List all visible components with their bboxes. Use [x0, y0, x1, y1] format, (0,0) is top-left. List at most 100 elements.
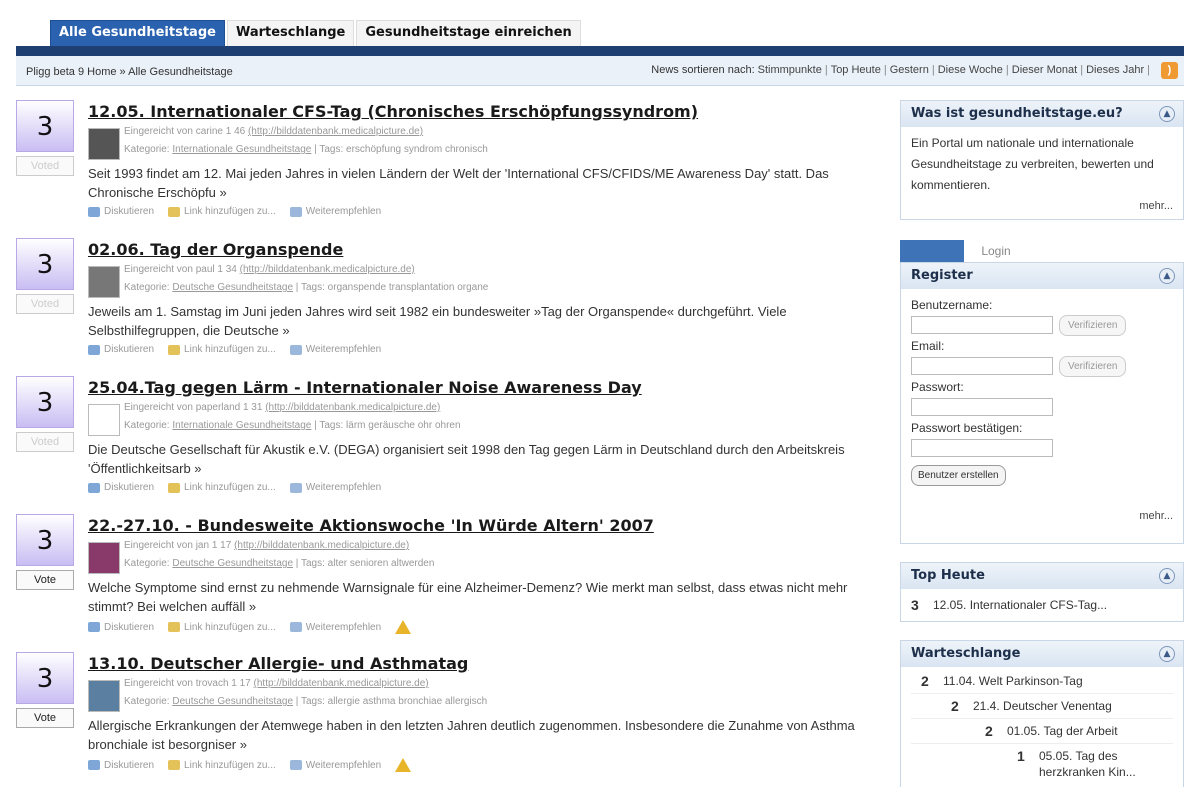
- tab-login[interactable]: Login: [964, 240, 1028, 262]
- story-title[interactable]: 25.04.Tag gegen Lärm - Internationaler N…: [88, 378, 642, 397]
- queue-item[interactable]: 2 01.05. Tag der Arbeit: [911, 719, 1173, 744]
- story-category: Kategorie: Internationale Gesundheitstag…: [124, 144, 488, 155]
- password-field[interactable]: [911, 398, 1053, 416]
- story-title[interactable]: 22.-27.10. - Bundesweite Aktionswoche 'I…: [88, 516, 654, 535]
- vote-button[interactable]: Vote: [16, 570, 74, 590]
- collapse-icon[interactable]: ▲: [1159, 268, 1175, 284]
- story-url[interactable]: (http://bilddatenbank.medicalpicture.de): [254, 678, 429, 689]
- login-tabs: Login: [900, 240, 1028, 262]
- warning-icon[interactable]: [395, 620, 412, 634]
- avatar[interactable]: [88, 266, 120, 298]
- folder-icon: [168, 622, 181, 632]
- main-tabs: Alle Gesundheitstage Warteschlange Gesun…: [50, 20, 583, 46]
- breadcrumb-bar: Pligg beta 9 Home » Alle Gesundheitstage…: [16, 56, 1184, 86]
- story-item: 3 Voted 12.05. Internationaler CFS-Tag (Ch…: [16, 100, 886, 230]
- story-description: Die Deutsche Gesellschaft für Akustik e.…: [88, 442, 845, 476]
- discuss-link[interactable]: Diskutieren: [88, 760, 154, 771]
- story-title[interactable]: 13.10. Deutscher Allergie- und Asthmatag: [88, 654, 468, 673]
- sort-dieser-monat[interactable]: Dieser Monat: [1012, 64, 1077, 76]
- story-description: Jeweils am 1. Samstag im Juni jeden Jahr…: [88, 304, 787, 338]
- category-link[interactable]: Internationale Gesundheitstage: [172, 144, 311, 155]
- category-link[interactable]: Deutsche Gesundheitstage: [172, 282, 293, 293]
- queue-item[interactable]: 1 05.05. Tag des herzkranken Kin...: [911, 744, 1173, 784]
- story-description: Seit 1993 findet am 12. Mai jeden Jahres…: [88, 166, 829, 200]
- story-submitted: Eingereicht von carine 1 46 (http://bild…: [124, 126, 424, 137]
- collapse-icon[interactable]: ▲: [1159, 106, 1175, 122]
- tab-einreichen[interactable]: Gesundheitstage einreichen: [356, 20, 581, 46]
- discuss-link[interactable]: Diskutieren: [88, 622, 154, 633]
- story-title[interactable]: 12.05. Internationaler CFS-Tag (Chronisc…: [88, 102, 698, 121]
- add-link-link[interactable]: Link hinzufügen zu...: [168, 482, 276, 493]
- collapse-icon[interactable]: ▲: [1159, 568, 1175, 584]
- add-link-link[interactable]: Link hinzufügen zu...: [168, 344, 276, 355]
- queue-item[interactable]: 2 21.4. Deutscher Venentag: [911, 694, 1173, 719]
- verify-email-button[interactable]: Verifizieren: [1059, 355, 1127, 377]
- vote-button[interactable]: Voted: [16, 156, 74, 176]
- sort-top-heute[interactable]: Top Heute: [831, 64, 881, 76]
- avatar[interactable]: [88, 404, 120, 436]
- register-more-link[interactable]: mehr...: [911, 508, 1173, 525]
- about-more-link[interactable]: mehr...: [911, 196, 1173, 217]
- story-url[interactable]: (http://bilddatenbank.medicalpicture.de): [234, 540, 409, 551]
- sort-bar: News sortieren nach: Stimmpunkte | Top He…: [651, 64, 1150, 76]
- username-field[interactable]: [911, 316, 1053, 334]
- vote-button[interactable]: Voted: [16, 432, 74, 452]
- discuss-link[interactable]: Diskutieren: [88, 344, 154, 355]
- story-title[interactable]: 02.06. Tag der Organspende: [88, 240, 343, 259]
- mail-icon: [289, 760, 302, 770]
- discuss-link[interactable]: Diskutieren: [88, 482, 154, 493]
- avatar[interactable]: [88, 128, 120, 160]
- tab-alle-gesundheitstage[interactable]: Alle Gesundheitstage: [50, 20, 225, 46]
- rss-icon[interactable]: ): [1161, 62, 1178, 79]
- add-link-link[interactable]: Link hinzufügen zu...: [168, 622, 276, 633]
- sort-dieses-jahr[interactable]: Dieses Jahr: [1086, 64, 1144, 76]
- vote-button[interactable]: Voted: [16, 294, 74, 314]
- folder-icon: [168, 206, 181, 217]
- avatar[interactable]: [88, 542, 120, 574]
- queue-item[interactable]: 2 11.04. Welt Parkinson-Tag: [911, 669, 1173, 694]
- avatar[interactable]: [88, 680, 120, 712]
- email-label: Email:: [911, 339, 945, 353]
- story-submitted: Eingereicht von paperland 1 31 (http://b…: [124, 402, 441, 413]
- comment-icon: [88, 206, 100, 217]
- story-actions: Diskutieren Link hinzufügen zu... Weiterem…: [88, 758, 412, 772]
- add-link-link[interactable]: Link hinzufügen zu...: [168, 760, 276, 771]
- mail-icon: [289, 344, 302, 355]
- story-url[interactable]: (http://bilddatenbank.medicalpicture.de): [248, 126, 423, 137]
- recommend-link[interactable]: Weiterempfehlen: [289, 344, 381, 355]
- tab-register[interactable]: [900, 240, 964, 262]
- sort-gestern[interactable]: Gestern: [890, 64, 929, 76]
- folder-icon: [168, 760, 181, 770]
- tab-warteschlange[interactable]: Warteschlange: [226, 20, 355, 46]
- vote-button[interactable]: Vote: [16, 708, 74, 728]
- verify-username-button[interactable]: Verifizieren: [1059, 314, 1127, 336]
- register-title: Register ▲: [901, 263, 1183, 289]
- sort-diese-woche[interactable]: Diese Woche: [938, 64, 1003, 76]
- vote-count: 3: [16, 100, 74, 152]
- discuss-link[interactable]: Diskutieren: [88, 206, 154, 217]
- create-user-button[interactable]: Benutzer erstellen: [911, 465, 1006, 486]
- password-confirm-field[interactable]: [911, 439, 1053, 457]
- sort-stimmpunkte[interactable]: Stimmpunkte: [758, 64, 822, 76]
- breadcrumb[interactable]: Pligg beta 9 Home » Alle Gesundheitstage: [26, 66, 233, 78]
- category-link[interactable]: Deutsche Gesundheitstage: [172, 696, 293, 707]
- add-link-link[interactable]: Link hinzufügen zu...: [168, 206, 276, 217]
- top-today-item[interactable]: 3 12.05. Internationaler CFS-Tag...: [911, 593, 1173, 617]
- story-category: Kategorie: Deutsche Gesundheitstage | Ta…: [124, 282, 489, 293]
- story-category: Kategorie: Deutsche Gesundheitstage | Ta…: [124, 558, 435, 569]
- story-category: Kategorie: Internationale Gesundheitstag…: [124, 420, 461, 431]
- category-link[interactable]: Deutsche Gesundheitstage: [172, 558, 293, 569]
- recommend-link[interactable]: Weiterempfehlen: [289, 622, 381, 633]
- recommend-link[interactable]: Weiterempfehlen: [289, 482, 381, 493]
- collapse-icon[interactable]: ▲: [1159, 646, 1175, 662]
- password-label: Passwort:: [911, 380, 964, 394]
- recommend-link[interactable]: Weiterempfehlen: [289, 760, 381, 771]
- warning-icon[interactable]: [395, 758, 412, 772]
- top-today-title: Top Heute ▲: [901, 563, 1183, 589]
- category-link[interactable]: Internationale Gesundheitstage: [172, 420, 311, 431]
- recommend-link[interactable]: Weiterempfehlen: [289, 206, 381, 217]
- email-field[interactable]: [911, 357, 1053, 375]
- story-url[interactable]: (http://bilddatenbank.medicalpicture.de): [265, 402, 440, 413]
- register-box: Register ▲ Benutzername: Verifizieren Ema…: [900, 262, 1184, 544]
- story-url[interactable]: (http://bilddatenbank.medicalpicture.de): [240, 264, 415, 275]
